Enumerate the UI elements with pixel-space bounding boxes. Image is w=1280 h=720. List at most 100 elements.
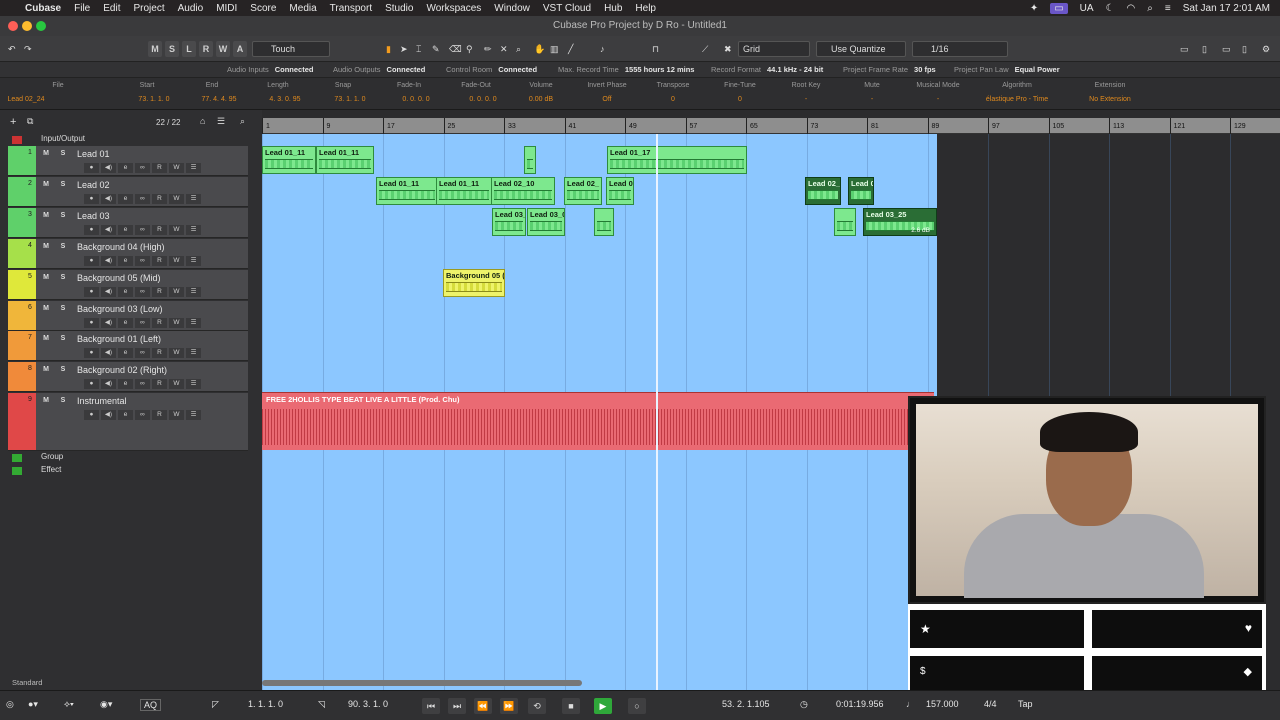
object-select-tool-icon[interactable]: ▮ <box>386 41 391 57</box>
edit-icon[interactable]: e <box>118 348 133 358</box>
info-length-value[interactable]: 4. 3. 0. 95 <box>269 96 300 103</box>
info-fadein-value[interactable]: 0. 0. 0. 0 <box>402 96 429 103</box>
track-read-button[interactable]: R <box>152 318 167 328</box>
redo-icon[interactable]: ↷ <box>24 41 32 57</box>
snap-toggle-icon[interactable]: ⟋ <box>702 41 708 57</box>
info-rootkey-value[interactable]: - <box>805 96 807 103</box>
toolbar-solo-button[interactable]: S <box>165 41 179 57</box>
folder-group[interactable]: Group <box>8 452 248 464</box>
stop-button[interactable]: ■ <box>562 698 580 714</box>
toolbar-listen-button[interactable]: L <box>182 41 196 57</box>
info-invert-phase-value[interactable]: Off <box>602 96 611 103</box>
monitor-icon[interactable]: ◀) <box>101 194 116 204</box>
forward-button[interactable]: ⏩ <box>500 698 518 714</box>
track-name[interactable]: Lead 03 <box>77 211 110 221</box>
quantize-value-select[interactable]: 1/16 <box>912 41 1008 57</box>
instrumental-clip[interactable]: FREE 2HOLLIS TYPE BEAT LIVE A LITTLE (Pr… <box>262 392 934 450</box>
lanes-icon[interactable]: ∞ <box>135 410 150 420</box>
info-finetune-value[interactable]: 0 <box>738 96 742 103</box>
lanes-icon[interactable]: ∞ <box>135 348 150 358</box>
track-read-button[interactable]: R <box>152 194 167 204</box>
track-mute-button[interactable]: M <box>39 365 53 375</box>
audio-clip[interactable]: Lead 0 <box>606 177 634 205</box>
track-read-button[interactable]: R <box>152 379 167 389</box>
right-locator-value[interactable]: 90. 3. 1. 0 <box>348 699 388 709</box>
record-enable-icon[interactable]: ● <box>84 256 99 266</box>
track-menu-icon[interactable]: ☰ <box>186 256 201 266</box>
moon-icon[interactable]: ☾ <box>1106 3 1115 14</box>
add-track-icon[interactable]: + <box>10 116 16 128</box>
record-enable-icon[interactable]: ● <box>84 318 99 328</box>
monitor-icon[interactable]: ◀) <box>101 287 116 297</box>
info-transpose-value[interactable]: 0 <box>671 96 675 103</box>
right-zone-icon[interactable]: ▯ <box>1242 41 1247 57</box>
split-tool-icon[interactable]: ✎ <box>432 41 440 57</box>
info-musical-mode-value[interactable]: - <box>937 96 939 103</box>
track-mute-button[interactable]: M <box>39 211 53 221</box>
track-name[interactable]: Background 04 (High) <box>77 242 165 252</box>
info-extension-value[interactable]: No Extension <box>1089 96 1131 103</box>
audio-clip[interactable] <box>524 146 536 174</box>
track-name[interactable]: Lead 01 <box>77 149 110 159</box>
track-7[interactable]: 7 M S Background 01 (Left) ● ◀) e ∞ R W ☰ <box>8 331 248 361</box>
monitor-icon[interactable]: ◀) <box>101 318 116 328</box>
audio-clip[interactable]: Lead 01_11 <box>262 146 316 174</box>
quantize-mode-select[interactable]: Use Quantize <box>816 41 906 57</box>
track-read-button[interactable]: R <box>152 256 167 266</box>
track-2[interactable]: 2 M S Lead 02 ● ◀) e ∞ R W ☰ <box>8 177 248 207</box>
auto-quantize-button[interactable]: AQ <box>140 699 162 711</box>
undo-icon[interactable]: ↶ <box>8 41 16 57</box>
lanes-icon[interactable]: ∞ <box>135 163 150 173</box>
record-enable-icon[interactable]: ● <box>84 348 99 358</box>
input-language[interactable]: UA <box>1080 3 1094 14</box>
track-5[interactable]: 5 M S Background 05 (Mid) ● ◀) e ∞ R W ☰ <box>8 270 248 300</box>
track-mute-button[interactable]: M <box>39 242 53 252</box>
left-locator-value[interactable]: 1. 1. 1. 0 <box>248 699 283 709</box>
clock-icon[interactable]: ◷ <box>800 699 808 710</box>
nudge-icon[interactable]: ⊓ <box>652 41 659 57</box>
metronome-icon[interactable]: ◎ <box>6 699 14 710</box>
comp-tool-icon[interactable]: ▥ <box>550 41 559 57</box>
sparkle-icon[interactable]: ✦ <box>1030 3 1038 14</box>
search-icon[interactable]: ⌕ <box>240 116 245 127</box>
track-options-icon[interactable]: ⧉ <box>27 116 33 127</box>
track-read-button[interactable]: R <box>152 410 167 420</box>
layout-icon[interactable]: ▭ <box>1180 41 1189 57</box>
track-solo-button[interactable]: S <box>56 396 70 406</box>
audio-clip[interactable] <box>594 208 614 236</box>
screen-mirror-icon[interactable]: ▭ <box>1050 2 1068 14</box>
tempo-icon[interactable]: ♩ <box>906 699 915 709</box>
track-menu-icon[interactable]: ☰ <box>186 194 201 204</box>
info-algorithm-value[interactable]: élastique Pro - Time <box>986 96 1048 103</box>
track-1[interactable]: 1 M S Lead 01 ● ◀) e ∞ R W ☰ <box>8 146 248 176</box>
lanes-icon[interactable]: ∞ <box>135 287 150 297</box>
track-mute-button[interactable]: M <box>39 334 53 344</box>
monitor-icon[interactable]: ◀) <box>101 256 116 266</box>
track-solo-button[interactable]: S <box>56 273 70 283</box>
track-menu-icon[interactable]: ☰ <box>186 163 201 173</box>
speaker-tool-icon[interactable]: ♪ <box>600 41 605 57</box>
track-8[interactable]: 8 M S Background 02 (Right) ● ◀) e ∞ R W ☰ <box>8 362 248 392</box>
record-enable-icon[interactable]: ● <box>84 225 99 235</box>
track-6[interactable]: 6 M S Background 03 (Low) ● ◀) e ∞ R W ☰ <box>8 301 248 331</box>
tempo-display[interactable]: 157.000 <box>926 699 959 709</box>
menu-audio[interactable]: Audio <box>178 3 204 14</box>
audio-clip[interactable]: Lead 03_0 <box>527 208 565 236</box>
erase-tool-icon[interactable]: ⌫ <box>449 41 462 57</box>
audio-clip[interactable]: Lead 03_ <box>492 208 526 236</box>
edit-icon[interactable]: e <box>118 256 133 266</box>
position-time-display[interactable]: 0:01:19.956 <box>836 699 884 709</box>
folder-input-output[interactable]: Input/Output <box>8 134 248 146</box>
lanes-icon[interactable]: ∞ <box>135 194 150 204</box>
track-solo-button[interactable]: S <box>56 149 70 159</box>
range-tool-icon[interactable]: ⌶ <box>416 41 421 57</box>
track-name[interactable]: Background 01 (Left) <box>77 334 161 344</box>
track-name[interactable]: Instrumental <box>77 396 127 406</box>
toolbar-automation-button[interactable]: A <box>233 41 247 57</box>
close-window-button[interactable] <box>8 21 18 31</box>
track-mute-button[interactable]: M <box>39 396 53 406</box>
automation-mode-select[interactable]: Touch <box>252 41 330 57</box>
folder-effect[interactable]: Effect <box>8 465 248 477</box>
lanes-icon[interactable]: ∞ <box>135 225 150 235</box>
info-mute-value[interactable]: - <box>871 96 873 103</box>
